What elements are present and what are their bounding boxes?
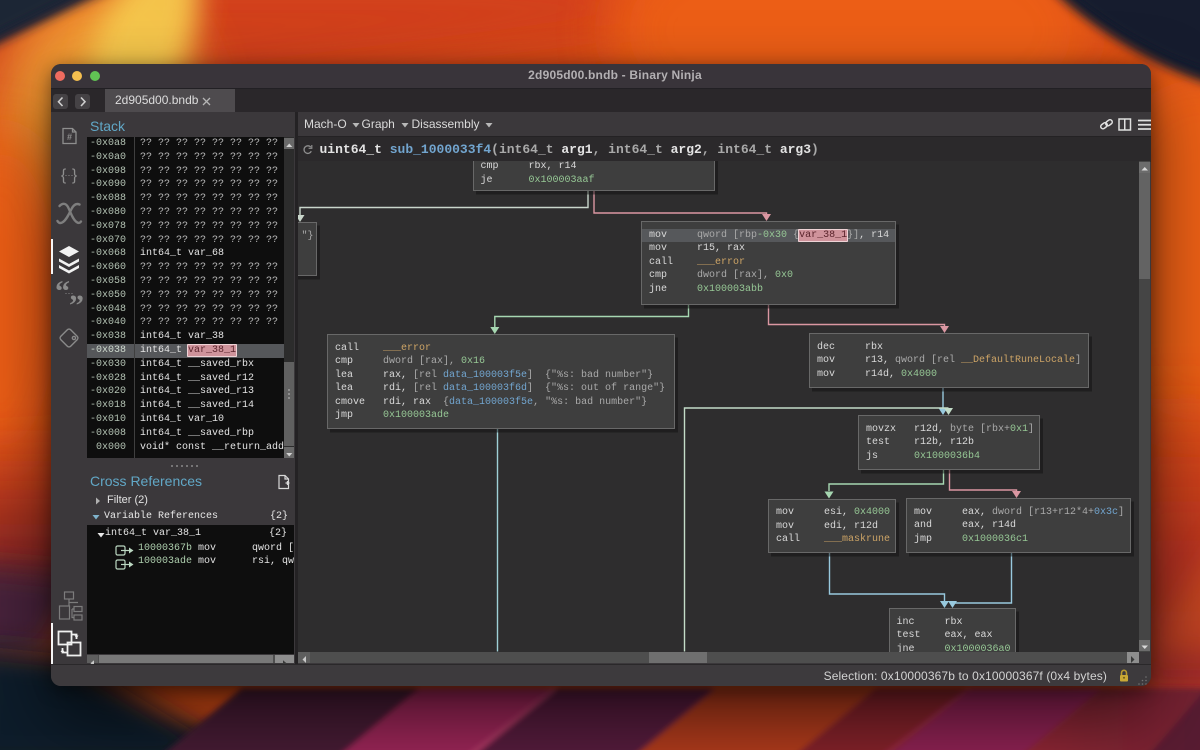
- svg-text:#: #: [67, 132, 72, 142]
- svg-text:}: }: [72, 167, 78, 184]
- svg-text:”: ”: [69, 289, 84, 322]
